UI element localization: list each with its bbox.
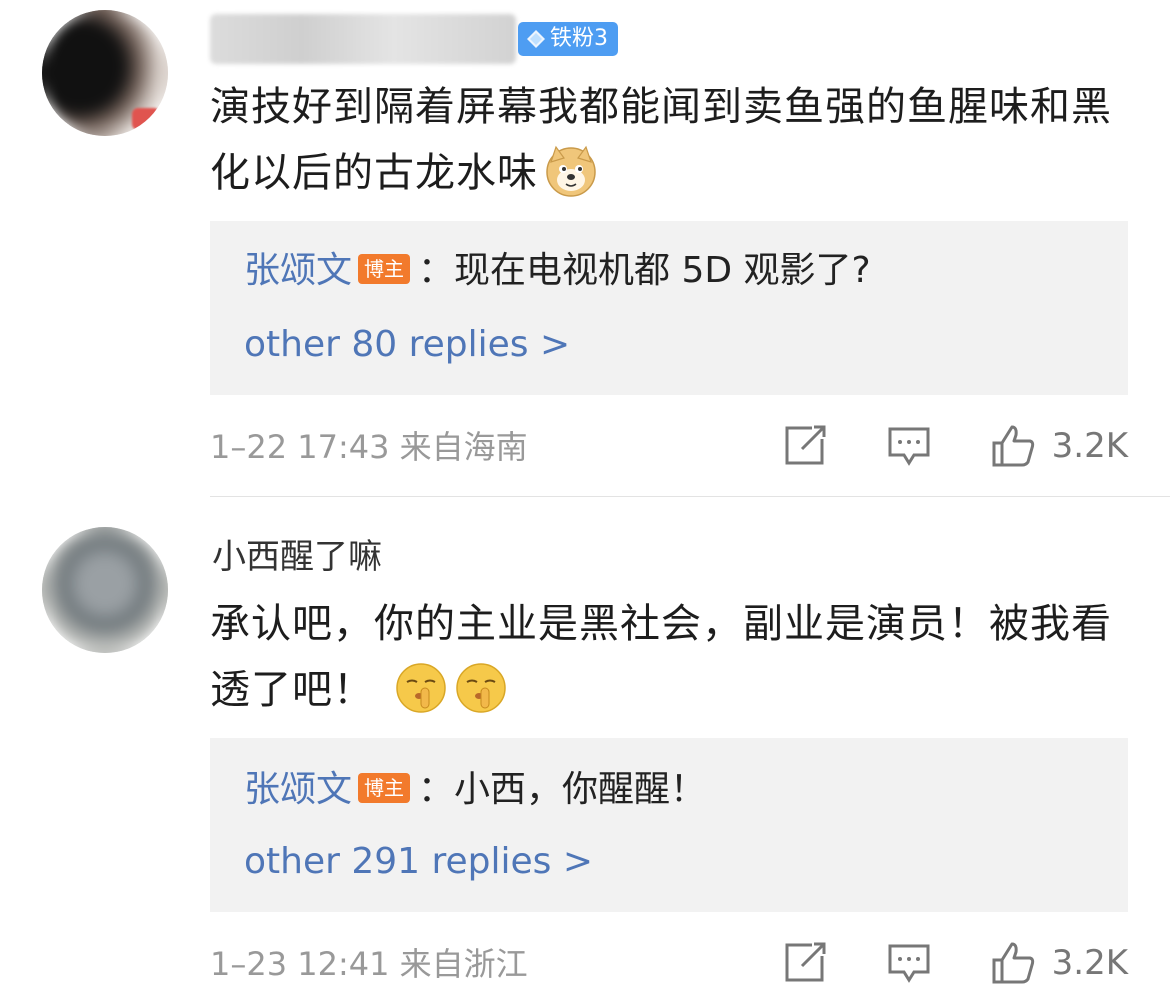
timestamp: 1–23 12:41 [210, 945, 390, 983]
comment-actions: 3.2K [782, 939, 1128, 987]
location: 来自海南 [399, 428, 528, 466]
avatar[interactable] [42, 10, 168, 136]
more-replies-link[interactable]: other 80 replies > [244, 319, 570, 371]
reply-author[interactable]: 张颂文 [244, 250, 352, 291]
comment-text: 演技好到隔着屏幕我都能闻到卖鱼强的鱼腥味和黑化以后的古龙水味 [210, 84, 1112, 197]
location: 来自浙江 [399, 945, 528, 983]
comment-text: 承认吧，你的主业是黑社会，副业是演员！被我看透了吧！ [210, 601, 1112, 713]
like-count: 3.2K [1051, 943, 1128, 983]
diamond-icon [527, 30, 545, 48]
reply-line: 张颂文 博主 ：小西，你醒醒！ [244, 764, 706, 816]
doge-icon [546, 145, 596, 197]
blogger-badge: 博主 [358, 773, 411, 803]
share-icon[interactable] [782, 940, 828, 986]
like-icon[interactable] [990, 940, 1036, 986]
like-count: 3.2K [1051, 426, 1128, 466]
comment-icon[interactable] [886, 423, 932, 469]
reply-author[interactable]: 张颂文 [244, 769, 352, 810]
more-replies-link[interactable]: other 291 replies > [244, 836, 593, 888]
share-icon[interactable] [782, 423, 828, 469]
username-blurred[interactable] [210, 14, 516, 64]
fan-badge[interactable]: 铁粉3 [518, 22, 618, 56]
reply-box[interactable]: 张颂文 博主 ：小西，你醒醒！ other 291 replies > [210, 738, 1128, 912]
avatar[interactable] [42, 527, 168, 653]
timestamp: 1–22 17:43 [210, 428, 390, 466]
reply-box[interactable]: 张颂文 博主 ：现在电视机都 5D 观影了? other 80 replies > [210, 221, 1128, 395]
blogger-badge: 博主 [358, 254, 411, 284]
comment-actions: 3.2K [782, 422, 1128, 470]
shush-icon [396, 663, 446, 713]
comment-meta: 1–22 17:43 来自海南 [210, 423, 528, 471]
divider [210, 496, 1170, 497]
reply-line: 张颂文 博主 ：现在电视机都 5D 观影了? [244, 245, 871, 297]
comment-meta: 1–23 12:41 来自浙江 [210, 940, 528, 988]
comment-icon[interactable] [886, 940, 932, 986]
like-icon[interactable] [990, 423, 1036, 469]
fan-badge-label: 铁粉3 [550, 26, 608, 51]
reply-text: ：小西，你醒醒！ [418, 769, 707, 810]
reply-text: ：现在电视机都 5D 观影了? [418, 250, 871, 291]
shush-icon [456, 663, 506, 713]
username[interactable]: 小西醒了嘛 [212, 532, 382, 582]
